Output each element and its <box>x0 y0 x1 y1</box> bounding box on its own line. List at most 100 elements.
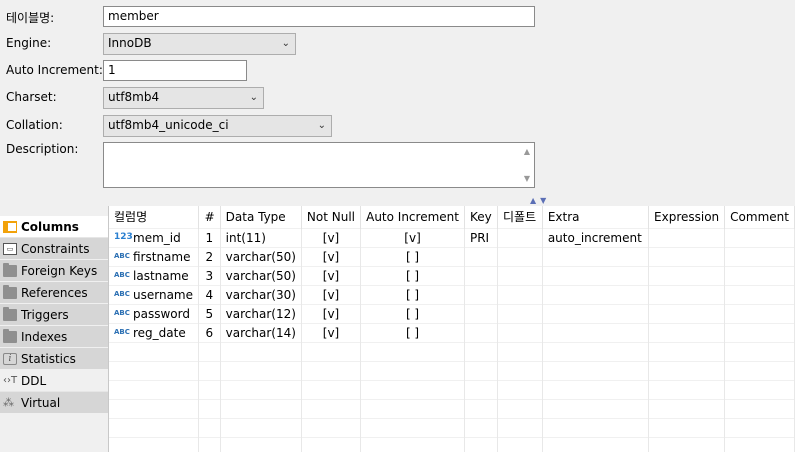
cell-default[interactable] <box>497 322 543 342</box>
header-expression[interactable]: Expression <box>648 206 726 228</box>
empty-cell <box>109 398 199 418</box>
header-not-null[interactable]: Not Null <box>301 206 362 228</box>
table-row[interactable]: ABC lastname 3 varchar(50) [v][ ] <box>109 265 795 285</box>
sidebar-item-foreign-keys[interactable]: Foreign Keys <box>0 260 108 282</box>
cell-ordinal[interactable]: 3 <box>198 265 221 285</box>
cell-not-null[interactable]: [v] <box>301 227 362 247</box>
cell-expression[interactable] <box>648 246 726 266</box>
cell-column-name[interactable]: ABC username <box>109 284 199 304</box>
cell-auto-increment[interactable]: [ ] <box>360 246 465 266</box>
cell-comment[interactable] <box>724 322 795 342</box>
cell-data-type[interactable]: int(11) <box>220 227 302 247</box>
cell-data-type[interactable]: varchar(30) <box>220 284 302 304</box>
cell-extra[interactable] <box>542 265 650 285</box>
cell-data-type[interactable]: varchar(14) <box>220 322 302 342</box>
sidebar-item-statistics[interactable]: i Statistics <box>0 348 108 370</box>
cell-column-name[interactable]: ABC firstname <box>109 246 199 266</box>
cell-default[interactable] <box>497 303 543 323</box>
folder-icon <box>3 284 17 299</box>
cell-extra[interactable] <box>542 284 650 304</box>
cell-column-name[interactable]: 123 mem_id <box>109 227 199 247</box>
column-name-wrap: ABC lastname <box>114 269 193 283</box>
table-row[interactable]: ABC password 5 varchar(12) [v][ ] <box>109 303 795 323</box>
header-comment[interactable]: Comment <box>724 206 795 228</box>
cell-comment[interactable] <box>724 303 795 323</box>
table-row[interactable]: 123 mem_id 1 int(11) [v] [v] PRI auto_increment <box>109 227 795 247</box>
cell-comment[interactable] <box>724 284 795 304</box>
cell-ordinal[interactable]: 6 <box>198 322 221 342</box>
header-auto-increment[interactable]: Auto Increment <box>360 206 465 228</box>
cell-extra[interactable] <box>542 303 650 323</box>
cell-column-name[interactable]: ABC password <box>109 303 199 323</box>
cell-key[interactable] <box>464 265 499 285</box>
cell-key[interactable] <box>464 322 499 342</box>
scroll-up-icon[interactable]: ▲ <box>524 147 530 156</box>
cell-default[interactable] <box>497 227 543 247</box>
cell-default[interactable] <box>497 284 543 304</box>
cell-ordinal[interactable]: 1 <box>198 227 221 247</box>
collation-select[interactable]: utf8mb4_unicode_ci ⌄ <box>103 115 332 137</box>
text-icon: ABC <box>114 309 130 317</box>
cell-expression[interactable] <box>648 265 726 285</box>
cell-not-null[interactable]: [v] <box>301 322 362 342</box>
table-row[interactable]: ABC reg_date 6 varchar(14) [v][ ] <box>109 322 795 342</box>
cell-comment[interactable] <box>724 265 795 285</box>
scroll-down-icon[interactable]: ▼ <box>524 174 530 183</box>
sidebar-item-virtual[interactable]: ⁂ Virtual <box>0 392 108 414</box>
cell-expression[interactable] <box>648 303 726 323</box>
cell-extra[interactable]: auto_increment <box>542 227 650 247</box>
table-row[interactable]: ABC username 4 varchar(30) [v][ ] <box>109 284 795 304</box>
cell-auto-increment[interactable]: [v] <box>360 227 465 247</box>
cell-comment[interactable] <box>724 246 795 266</box>
header-column-name[interactable]: 컬럼명 <box>109 206 199 228</box>
cell-column-name[interactable]: ABC reg_date <box>109 322 199 342</box>
cell-not-null[interactable]: [v] <box>301 303 362 323</box>
cell-auto-increment[interactable]: [ ] <box>360 284 465 304</box>
cell-auto-increment[interactable]: [ ] <box>360 322 465 342</box>
sidebar-item-label: Constraints <box>21 241 90 256</box>
table-row[interactable]: ABC firstname 2 varchar(50) [v][ ] <box>109 246 795 266</box>
splitter-handle[interactable]: ▲▼ <box>530 196 550 205</box>
cell-not-null[interactable]: [v] <box>301 265 362 285</box>
cell-auto-increment[interactable]: [ ] <box>360 265 465 285</box>
engine-select[interactable]: InnoDB ⌄ <box>103 33 296 55</box>
cell-key[interactable] <box>464 303 499 323</box>
header-key[interactable]: Key <box>464 206 499 228</box>
cell-key[interactable] <box>464 246 499 266</box>
header-extra[interactable]: Extra <box>542 206 650 228</box>
cell-comment[interactable] <box>724 227 795 247</box>
cell-not-null[interactable]: [v] <box>301 284 362 304</box>
table-name-input[interactable]: member <box>103 6 535 27</box>
column-name-text: lastname <box>133 268 189 283</box>
cell-default[interactable] <box>497 265 543 285</box>
cell-extra[interactable] <box>542 322 650 342</box>
header-data-type[interactable]: Data Type <box>220 206 302 228</box>
cell-data-type[interactable]: varchar(50) <box>220 265 302 285</box>
cell-default[interactable] <box>497 246 543 266</box>
sidebar-item-columns[interactable]: Columns <box>0 216 108 238</box>
cell-auto-increment[interactable]: [ ] <box>360 303 465 323</box>
cell-expression[interactable] <box>648 322 726 342</box>
cell-data-type[interactable]: varchar(50) <box>220 246 302 266</box>
cell-ordinal[interactable]: 4 <box>198 284 221 304</box>
cell-column-name[interactable]: ABC lastname <box>109 265 199 285</box>
cell-expression[interactable] <box>648 284 726 304</box>
header-ordinal[interactable]: # <box>198 206 221 228</box>
sidebar-item-constraints[interactable]: ▭ Constraints <box>0 238 108 260</box>
sidebar-item-ddl[interactable]: ‹›T DDL <box>0 370 108 392</box>
cell-data-type[interactable]: varchar(12) <box>220 303 302 323</box>
sidebar-item-triggers[interactable]: Triggers <box>0 304 108 326</box>
header-default[interactable]: 디폴트 <box>497 206 543 228</box>
sidebar-item-references[interactable]: References <box>0 282 108 304</box>
cell-key[interactable] <box>464 284 499 304</box>
cell-expression[interactable] <box>648 227 726 247</box>
cell-ordinal[interactable]: 2 <box>198 246 221 266</box>
sidebar-item-indexes[interactable]: Indexes <box>0 326 108 348</box>
cell-key[interactable]: PRI <box>464 227 499 247</box>
cell-extra[interactable] <box>542 246 650 266</box>
cell-ordinal[interactable]: 5 <box>198 303 221 323</box>
cell-not-null[interactable]: [v] <box>301 246 362 266</box>
auto-increment-input[interactable]: 1 <box>103 60 247 81</box>
charset-select[interactable]: utf8mb4 ⌄ <box>103 87 264 109</box>
description-textarea[interactable]: ▲ ▼ <box>103 142 535 188</box>
